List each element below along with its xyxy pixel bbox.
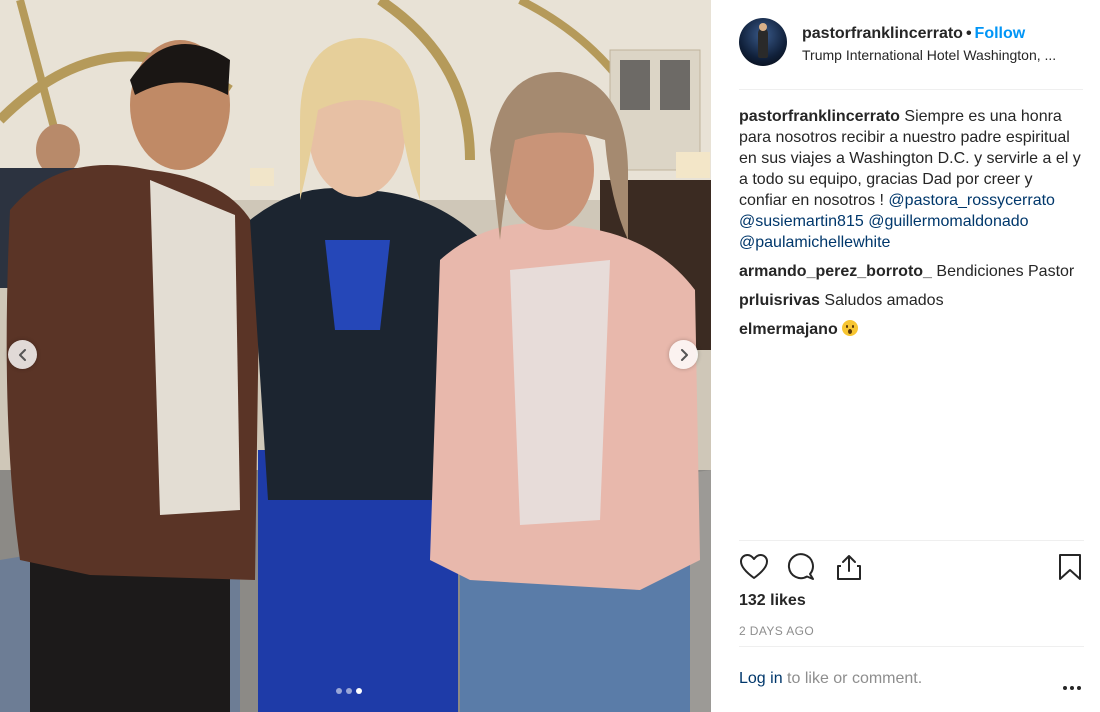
avatar[interactable] bbox=[739, 18, 787, 66]
carousel-prev-button[interactable] bbox=[8, 340, 37, 369]
save-button[interactable] bbox=[1058, 553, 1082, 586]
avatar-figure bbox=[758, 28, 768, 58]
like-button[interactable] bbox=[739, 553, 769, 586]
header-bullet: • bbox=[965, 25, 972, 42]
carousel-next-button[interactable] bbox=[669, 340, 698, 369]
comment-item: prluisrivas Saludos amados bbox=[739, 290, 1084, 311]
footer-divider bbox=[739, 646, 1084, 647]
comment-item: elmermajano bbox=[739, 319, 1084, 340]
chevron-right-icon bbox=[680, 348, 688, 361]
avatar-head bbox=[759, 23, 767, 31]
comments-section: pastorfranklincerrato Siempre es una hon… bbox=[739, 106, 1084, 348]
caption: pastorfranklincerrato Siempre es una hon… bbox=[739, 106, 1084, 253]
comment-username[interactable]: prluisrivas bbox=[739, 292, 820, 309]
login-link[interactable]: Log in bbox=[739, 670, 783, 687]
login-prompt: Log in to like or comment. bbox=[739, 670, 922, 688]
carousel-dot bbox=[346, 688, 352, 694]
astonished-face-icon bbox=[842, 320, 859, 336]
comment-username[interactable]: elmermajano bbox=[739, 321, 838, 338]
caption-username[interactable]: pastorfranklincerrato bbox=[739, 108, 900, 125]
bookmark-icon bbox=[1059, 554, 1081, 580]
share-button[interactable] bbox=[835, 553, 863, 586]
mention-link[interactable]: @paulamichellewhite bbox=[739, 234, 890, 251]
photo-scene bbox=[0, 0, 711, 712]
comment-text: Saludos amados bbox=[824, 292, 944, 309]
heart-icon bbox=[740, 554, 768, 579]
follow-button[interactable]: Follow bbox=[975, 25, 1026, 42]
post-date[interactable]: 2 DAYS AGO bbox=[739, 624, 814, 638]
mention-link[interactable]: @susiemartin815 bbox=[739, 213, 864, 230]
carousel-indicator bbox=[336, 688, 362, 694]
comment-item: armando_perez_borroto_ Bendiciones Pasto… bbox=[739, 261, 1084, 282]
comment-button[interactable] bbox=[787, 553, 815, 586]
post-header: pastorfranklincerrato • Follow Trump Inter… bbox=[739, 18, 1083, 90]
mention-link[interactable]: @pastora_rossycerrato bbox=[888, 192, 1055, 209]
comment-bubble-icon bbox=[787, 553, 814, 580]
carousel-dot-active bbox=[356, 688, 362, 694]
comment-text: Bendiciones Pastor bbox=[936, 263, 1075, 280]
header-username[interactable]: pastorfranklincerrato bbox=[802, 25, 963, 42]
post-details-panel: pastorfranklincerrato • Follow Trump Inter… bbox=[711, 0, 1100, 712]
more-options-button[interactable] bbox=[1062, 678, 1082, 696]
header-line: pastorfranklincerrato • Follow bbox=[802, 25, 1025, 43]
comment-username[interactable]: armando_perez_borroto_ bbox=[739, 263, 932, 280]
mention-link[interactable]: @guillermomaldonado bbox=[868, 213, 1028, 230]
post-photo[interactable] bbox=[0, 0, 711, 712]
carousel-dot bbox=[336, 688, 342, 694]
chevron-left-icon bbox=[18, 348, 26, 361]
share-icon bbox=[837, 555, 861, 580]
location-link[interactable]: Trump International Hotel Washington, ..… bbox=[802, 47, 1082, 63]
likes-count[interactable]: 132 likes bbox=[739, 592, 806, 610]
actions-divider bbox=[739, 540, 1084, 541]
ellipsis-icon bbox=[1063, 686, 1081, 690]
login-suffix: to like or comment. bbox=[782, 670, 923, 687]
